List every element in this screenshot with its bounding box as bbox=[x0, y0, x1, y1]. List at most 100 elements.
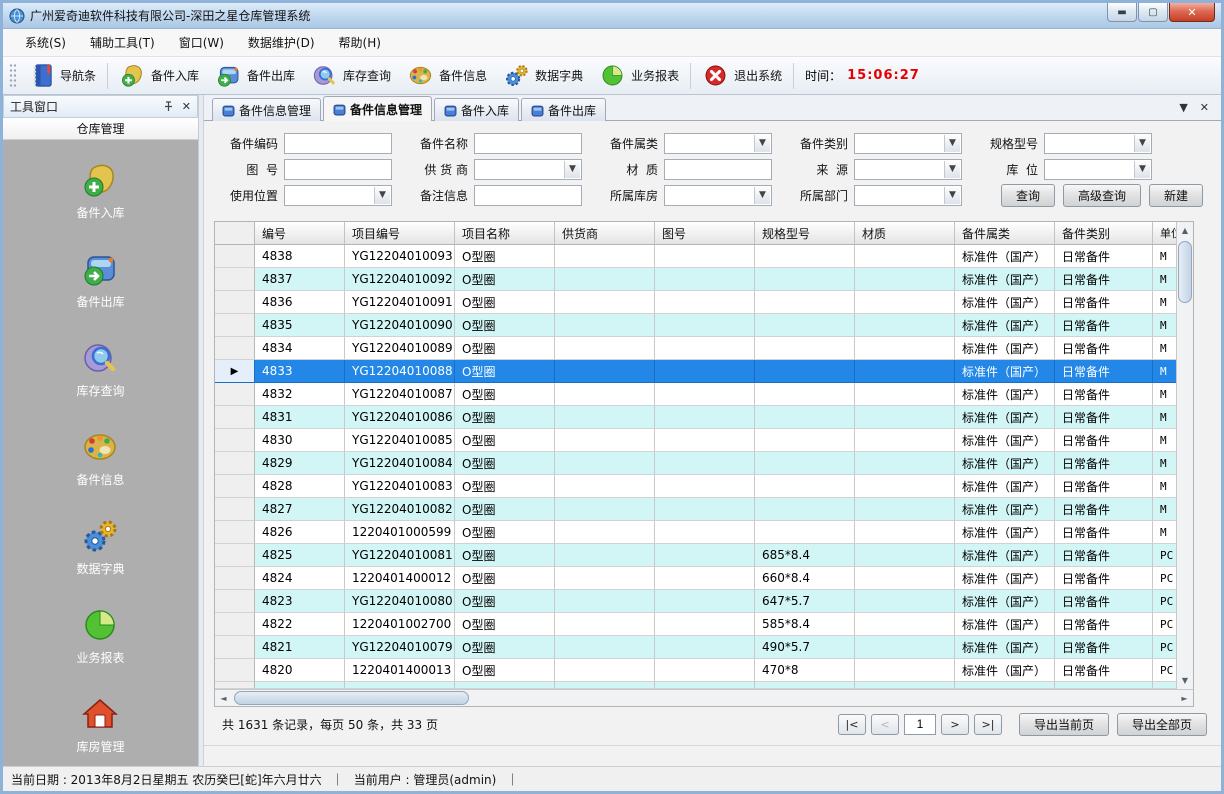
row-selector[interactable] bbox=[215, 521, 255, 544]
table-row[interactable]: 4831YG12204010086O型圈标准件（国产）日常备件M bbox=[215, 406, 1176, 429]
table-cell[interactable]: M bbox=[1153, 383, 1176, 406]
column-header[interactable]: 单位 bbox=[1153, 222, 1176, 244]
table-cell[interactable]: M bbox=[1153, 498, 1176, 521]
table-cell[interactable]: 585*8.4 bbox=[755, 613, 855, 636]
table-cell[interactable] bbox=[855, 360, 955, 383]
table-row[interactable]: 4830YG12204010085O型圈标准件（国产）日常备件M bbox=[215, 429, 1176, 452]
table-cell[interactable]: 日常备件 bbox=[1055, 406, 1153, 429]
row-selector[interactable] bbox=[215, 383, 255, 406]
table-row[interactable]: 4828YG12204010083O型圈标准件（国产）日常备件M bbox=[215, 475, 1176, 498]
table-cell[interactable]: 标准件（国产） bbox=[955, 245, 1055, 268]
column-header[interactable]: 备件属类 bbox=[955, 222, 1055, 244]
table-cell[interactable]: 4832 bbox=[255, 383, 345, 406]
table-cell[interactable]: 4825 bbox=[255, 544, 345, 567]
scroll-left-icon[interactable]: ◄ bbox=[215, 690, 232, 706]
table-cell[interactable] bbox=[655, 383, 755, 406]
table-cell[interactable]: 标准件（国产） bbox=[955, 613, 1055, 636]
table-cell[interactable] bbox=[855, 636, 955, 659]
table-cell[interactable]: O型圈 bbox=[455, 636, 555, 659]
table-cell[interactable]: YG12204010091 bbox=[345, 291, 455, 314]
table-cell[interactable]: O型圈 bbox=[455, 544, 555, 567]
table-cell[interactable] bbox=[655, 337, 755, 360]
table-cell[interactable]: 日常备件 bbox=[1055, 337, 1153, 360]
column-header[interactable]: 图号 bbox=[655, 222, 755, 244]
table-cell[interactable] bbox=[755, 337, 855, 360]
table-cell[interactable]: O型圈 bbox=[455, 360, 555, 383]
table-cell[interactable] bbox=[655, 429, 755, 452]
table-cell[interactable] bbox=[555, 360, 655, 383]
table-cell[interactable]: O型圈 bbox=[455, 337, 555, 360]
column-header[interactable]: 备件类别 bbox=[1055, 222, 1153, 244]
table-cell[interactable]: PC bbox=[1153, 544, 1176, 567]
table-cell[interactable]: YG12204010092 bbox=[345, 268, 455, 291]
toolbar-button-data-dict[interactable]: 数据字典 bbox=[495, 59, 591, 92]
toolbar-button-stock-query[interactable]: 库存查询 bbox=[303, 59, 399, 92]
table-cell[interactable] bbox=[555, 521, 655, 544]
next-page-button[interactable]: > bbox=[941, 714, 969, 735]
table-cell[interactable]: 标准件（国产） bbox=[955, 406, 1055, 429]
table-cell[interactable] bbox=[655, 406, 755, 429]
table-cell[interactable]: YG12204010082 bbox=[345, 498, 455, 521]
parts-name-input[interactable] bbox=[474, 133, 582, 154]
table-cell[interactable]: 4828 bbox=[255, 475, 345, 498]
table-cell[interactable]: PC bbox=[1153, 659, 1176, 682]
table-cell[interactable]: 4835 bbox=[255, 314, 345, 337]
row-selector[interactable] bbox=[215, 636, 255, 659]
table-cell[interactable] bbox=[855, 544, 955, 567]
menu-data-maintenance[interactable]: 数据维护(D) bbox=[236, 30, 327, 55]
toolbar-button-parts-out[interactable]: 备件出库 bbox=[207, 59, 303, 92]
table-cell[interactable]: PC bbox=[1153, 590, 1176, 613]
table-cell[interactable] bbox=[855, 337, 955, 360]
table-row[interactable]: 4837YG12204010092O型圈标准件（国产）日常备件M bbox=[215, 268, 1176, 291]
pin-icon[interactable] bbox=[163, 101, 174, 112]
toolbar-button-report[interactable]: 业务报表 bbox=[591, 59, 687, 92]
table-cell[interactable]: 685*8.4 bbox=[755, 544, 855, 567]
table-cell[interactable]: YG12204010090 bbox=[345, 314, 455, 337]
row-selector[interactable] bbox=[215, 245, 255, 268]
table-cell[interactable]: O型圈 bbox=[455, 268, 555, 291]
table-cell[interactable]: 1220401000599 bbox=[345, 521, 455, 544]
table-cell[interactable]: 日常备件 bbox=[1055, 314, 1153, 337]
table-cell[interactable]: 标准件（国产） bbox=[955, 429, 1055, 452]
table-cell[interactable]: 标准件（国产） bbox=[955, 360, 1055, 383]
column-header[interactable]: 项目编号 bbox=[345, 222, 455, 244]
row-selector[interactable] bbox=[215, 613, 255, 636]
toolbar-grip[interactable] bbox=[9, 63, 16, 89]
row-selector[interactable] bbox=[215, 314, 255, 337]
table-cell[interactable]: 日常备件 bbox=[1055, 544, 1153, 567]
sidebar-item-report[interactable]: 业务报表 bbox=[76, 605, 124, 666]
table-cell[interactable]: 标准件（国产） bbox=[955, 291, 1055, 314]
table-cell[interactable]: M bbox=[1153, 360, 1176, 383]
row-selector[interactable] bbox=[215, 406, 255, 429]
table-row[interactable]: 4827YG12204010082O型圈标准件（国产）日常备件M bbox=[215, 498, 1176, 521]
table-cell[interactable]: 标准件（国产） bbox=[955, 498, 1055, 521]
menu-window[interactable]: 窗口(W) bbox=[167, 30, 236, 55]
table-cell[interactable] bbox=[655, 567, 755, 590]
table-cell[interactable] bbox=[655, 245, 755, 268]
table-cell[interactable] bbox=[855, 590, 955, 613]
table-cell[interactable] bbox=[555, 498, 655, 521]
table-cell[interactable] bbox=[755, 291, 855, 314]
table-cell[interactable]: 标准件（国产） bbox=[955, 314, 1055, 337]
table-cell[interactable]: O型圈 bbox=[455, 659, 555, 682]
table-cell[interactable] bbox=[555, 544, 655, 567]
table-cell[interactable]: 标准件（国产） bbox=[955, 590, 1055, 613]
table-cell[interactable]: 4820 bbox=[255, 659, 345, 682]
table-cell[interactable]: O型圈 bbox=[455, 245, 555, 268]
location-select[interactable]: ▼ bbox=[1044, 159, 1152, 180]
table-row[interactable]: 4832YG12204010087O型圈标准件（国产）日常备件M bbox=[215, 383, 1176, 406]
menu-help[interactable]: 帮助(H) bbox=[327, 30, 393, 55]
row-selector[interactable] bbox=[215, 567, 255, 590]
table-cell[interactable]: 4836 bbox=[255, 291, 345, 314]
toolbar-button-parts-in[interactable]: 备件入库 bbox=[111, 59, 207, 92]
table-cell[interactable] bbox=[855, 613, 955, 636]
table-cell[interactable]: O型圈 bbox=[455, 314, 555, 337]
table-cell[interactable] bbox=[655, 659, 755, 682]
table-cell[interactable] bbox=[555, 475, 655, 498]
warehouse-select[interactable]: ▼ bbox=[664, 185, 772, 206]
row-selector[interactable] bbox=[215, 452, 255, 475]
row-selector[interactable] bbox=[215, 268, 255, 291]
table-cell[interactable]: O型圈 bbox=[455, 406, 555, 429]
table-cell[interactable]: YG12204010084 bbox=[345, 452, 455, 475]
material-input[interactable] bbox=[664, 159, 772, 180]
